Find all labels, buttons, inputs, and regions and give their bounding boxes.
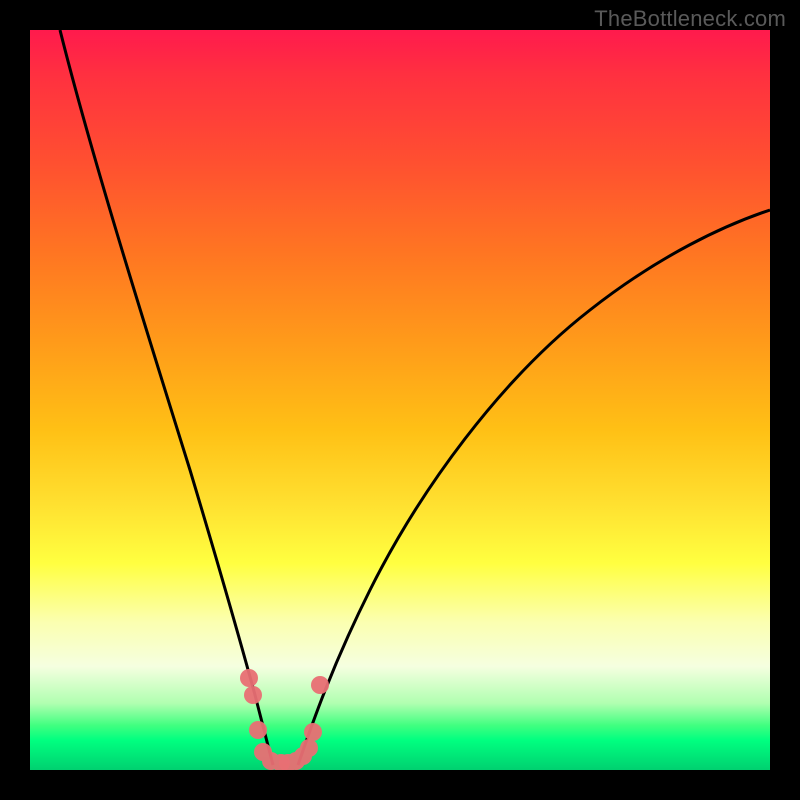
valley-marker-right bbox=[279, 676, 329, 770]
chart-svg bbox=[30, 30, 770, 770]
chart-frame: TheBottleneck.com bbox=[0, 0, 800, 800]
watermark-text: TheBottleneck.com bbox=[594, 6, 786, 32]
left-curve bbox=[60, 30, 273, 765]
plot-area bbox=[30, 30, 770, 770]
valley-marker-left bbox=[240, 669, 290, 770]
right-curve bbox=[298, 210, 770, 765]
